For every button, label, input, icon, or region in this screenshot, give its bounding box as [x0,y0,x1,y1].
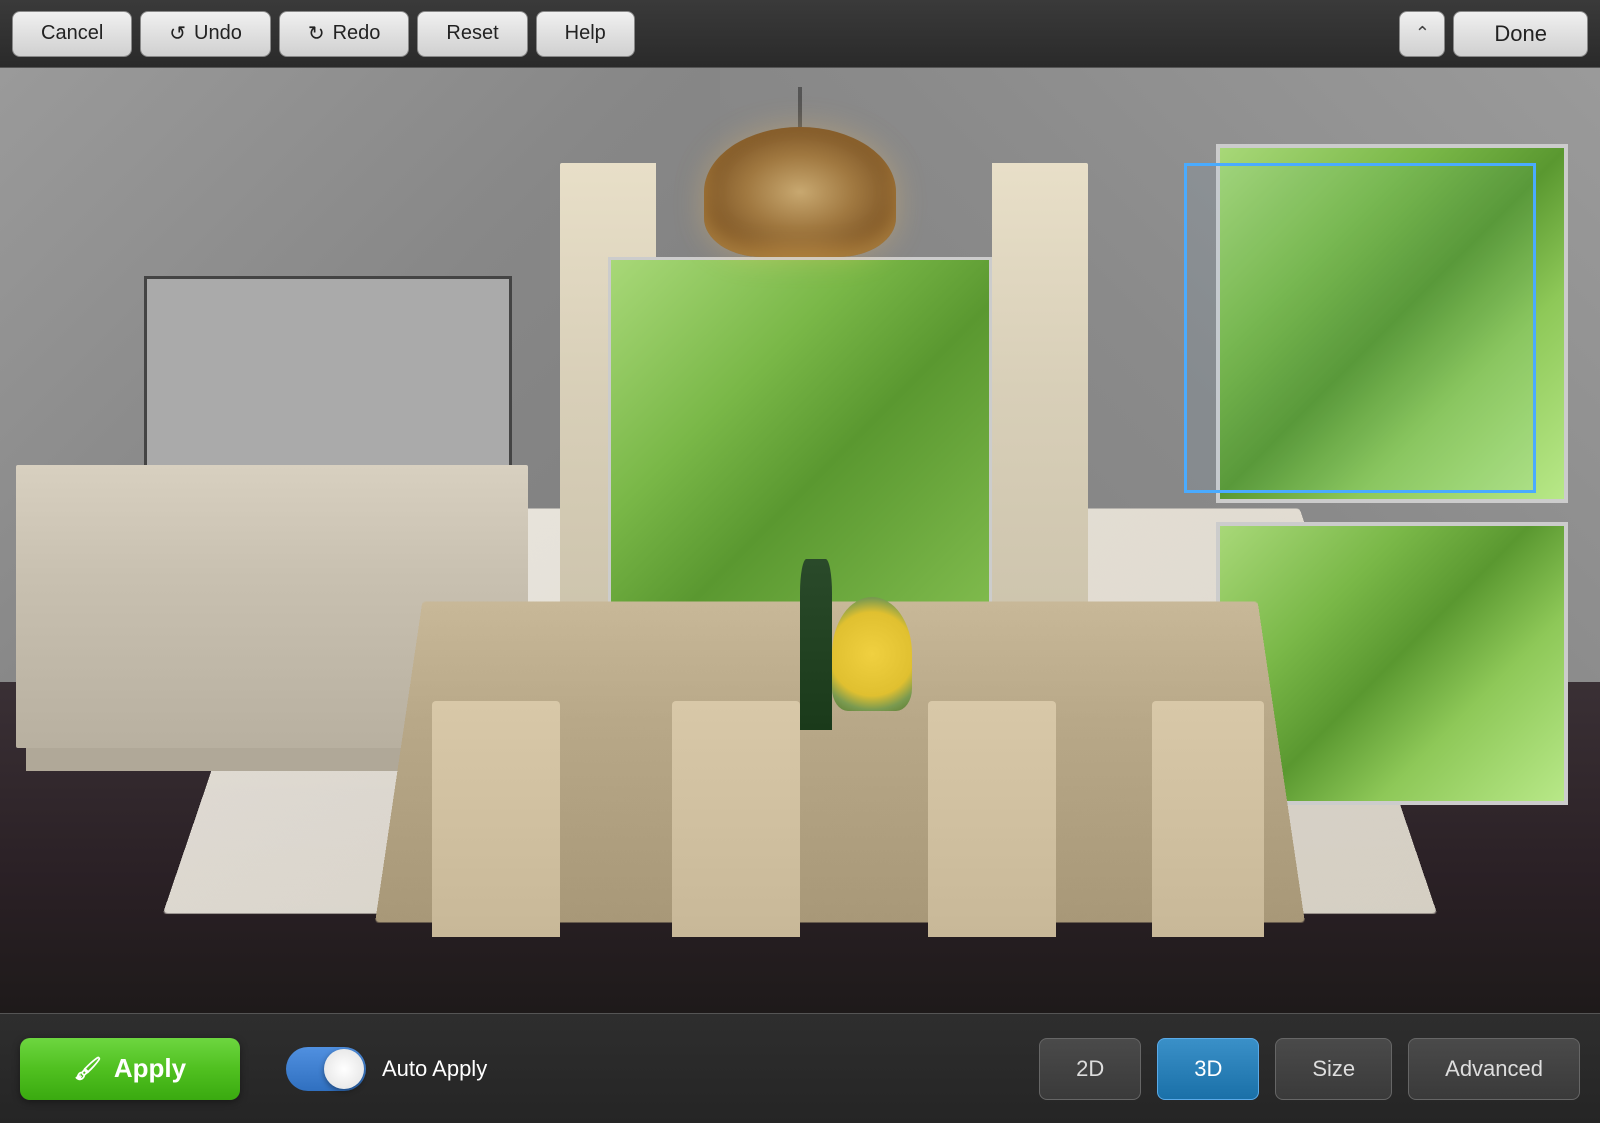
chevron-up-icon: ⌃ [1415,23,1430,44]
reset-button[interactable]: Reset [417,11,527,57]
redo-icon: ↻ [308,21,325,46]
bottom-toolbar: 🖌 Apply Auto Apply 2D 3D Size Advanced [0,1013,1600,1123]
redo-button[interactable]: ↻ Redo [279,11,410,57]
chandelier [704,87,896,418]
chandelier-body [704,127,896,257]
undo-icon: ↺ [169,21,186,46]
top-toolbar: Cancel ↺ Undo ↻ Redo Reset Help ⌃ Done [0,0,1600,68]
auto-apply-toggle[interactable] [286,1047,366,1091]
scene-background [0,68,1600,1013]
help-button[interactable]: Help [536,11,635,57]
mode-2d-button[interactable]: 2D [1039,1038,1141,1100]
wine-bottle [800,559,832,729]
chair-front-right[interactable] [928,701,1056,937]
auto-apply-container: Auto Apply [286,1047,487,1091]
paintbrush-icon: 🖌 [74,1056,102,1082]
apply-button[interactable]: 🖌 Apply [20,1038,240,1100]
undo-button[interactable]: ↺ Undo [140,11,271,57]
chandelier-chain [798,87,802,127]
flowers [832,597,912,710]
scene-viewport[interactable] [0,68,1600,1013]
chair-far-right[interactable] [1152,701,1264,937]
size-button[interactable]: Size [1275,1038,1392,1100]
advanced-button[interactable]: Advanced [1408,1038,1580,1100]
toggle-thumb [324,1049,364,1089]
auto-apply-label: Auto Apply [382,1056,487,1082]
chair-front-left[interactable] [432,701,560,937]
window-right-upper [1216,144,1568,503]
cancel-button[interactable]: Cancel [12,11,132,57]
chair-front-center[interactable] [672,701,800,937]
mode-3d-button[interactable]: 3D [1157,1038,1259,1100]
collapse-button[interactable]: ⌃ [1399,11,1445,57]
done-button[interactable]: Done [1453,11,1588,57]
